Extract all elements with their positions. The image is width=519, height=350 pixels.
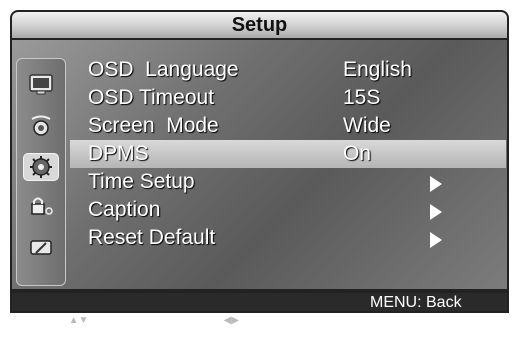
menu-item-value: 15S: [343, 86, 381, 109]
picture-icon[interactable]: [28, 73, 54, 95]
sound-icon[interactable]: [28, 115, 54, 137]
menu-item-reset-default[interactable]: Reset Default: [70, 224, 506, 252]
menu-item-label: Screen Mode: [88, 114, 219, 137]
menu-item-caption[interactable]: Caption: [70, 196, 506, 224]
adjust-hint-label: : Adjust: [243, 312, 296, 329]
menu-item-value: English: [343, 58, 412, 81]
menu-item-value: Wide: [343, 114, 391, 137]
window-title: Setup: [10, 10, 509, 40]
menu-item-osd-timeout[interactable]: OSD Timeout 15S: [70, 84, 506, 112]
lock-icon[interactable]: [28, 195, 54, 217]
up-down-arrows-icon: ▲▼: [68, 315, 89, 326]
menu-item-label: Caption: [88, 198, 161, 221]
back-hint: MENU: Back: [370, 294, 462, 311]
menu-item-label: Reset Default: [88, 226, 216, 249]
menu-item-label: OSD Language: [88, 58, 239, 81]
menu-item-time-setup[interactable]: Time Setup: [70, 168, 506, 196]
submenu-arrow-icon: [430, 204, 442, 220]
menu-item-label: Time Setup: [88, 170, 195, 193]
select-hint-label: : Select: [92, 312, 146, 329]
setup-panel: OSD Language English OSD Timeout 15S Scr…: [10, 40, 509, 291]
input-icon[interactable]: [28, 237, 54, 259]
select-hint: ▲▼: Select: [42, 294, 146, 350]
setup-icon[interactable]: [23, 153, 59, 181]
osd-screen: Setup OSD Language English OSD Timeout 1…: [0, 0, 519, 329]
submenu-arrow-icon: [430, 232, 442, 248]
menu-item-osd-language[interactable]: OSD Language English: [70, 56, 506, 84]
menu-item-label: OSD Timeout: [88, 86, 215, 109]
setup-menu: OSD Language English OSD Timeout 15S Scr…: [70, 56, 506, 252]
left-right-arrows-icon: ◀▶: [223, 315, 240, 326]
menu-item-value: On: [343, 142, 372, 165]
menu-item-dpms[interactable]: DPMS On: [70, 140, 506, 168]
menu-item-label: DPMS: [88, 142, 149, 165]
submenu-arrow-icon: [430, 176, 442, 192]
category-sidebar: [16, 58, 66, 286]
menu-item-screen-mode[interactable]: Screen Mode Wide: [70, 112, 506, 140]
key-help-footer: ▲▼: Select ◀▶: Adjust MENU: Back: [10, 291, 509, 329]
adjust-hint: ◀▶: Adjust: [197, 294, 296, 350]
